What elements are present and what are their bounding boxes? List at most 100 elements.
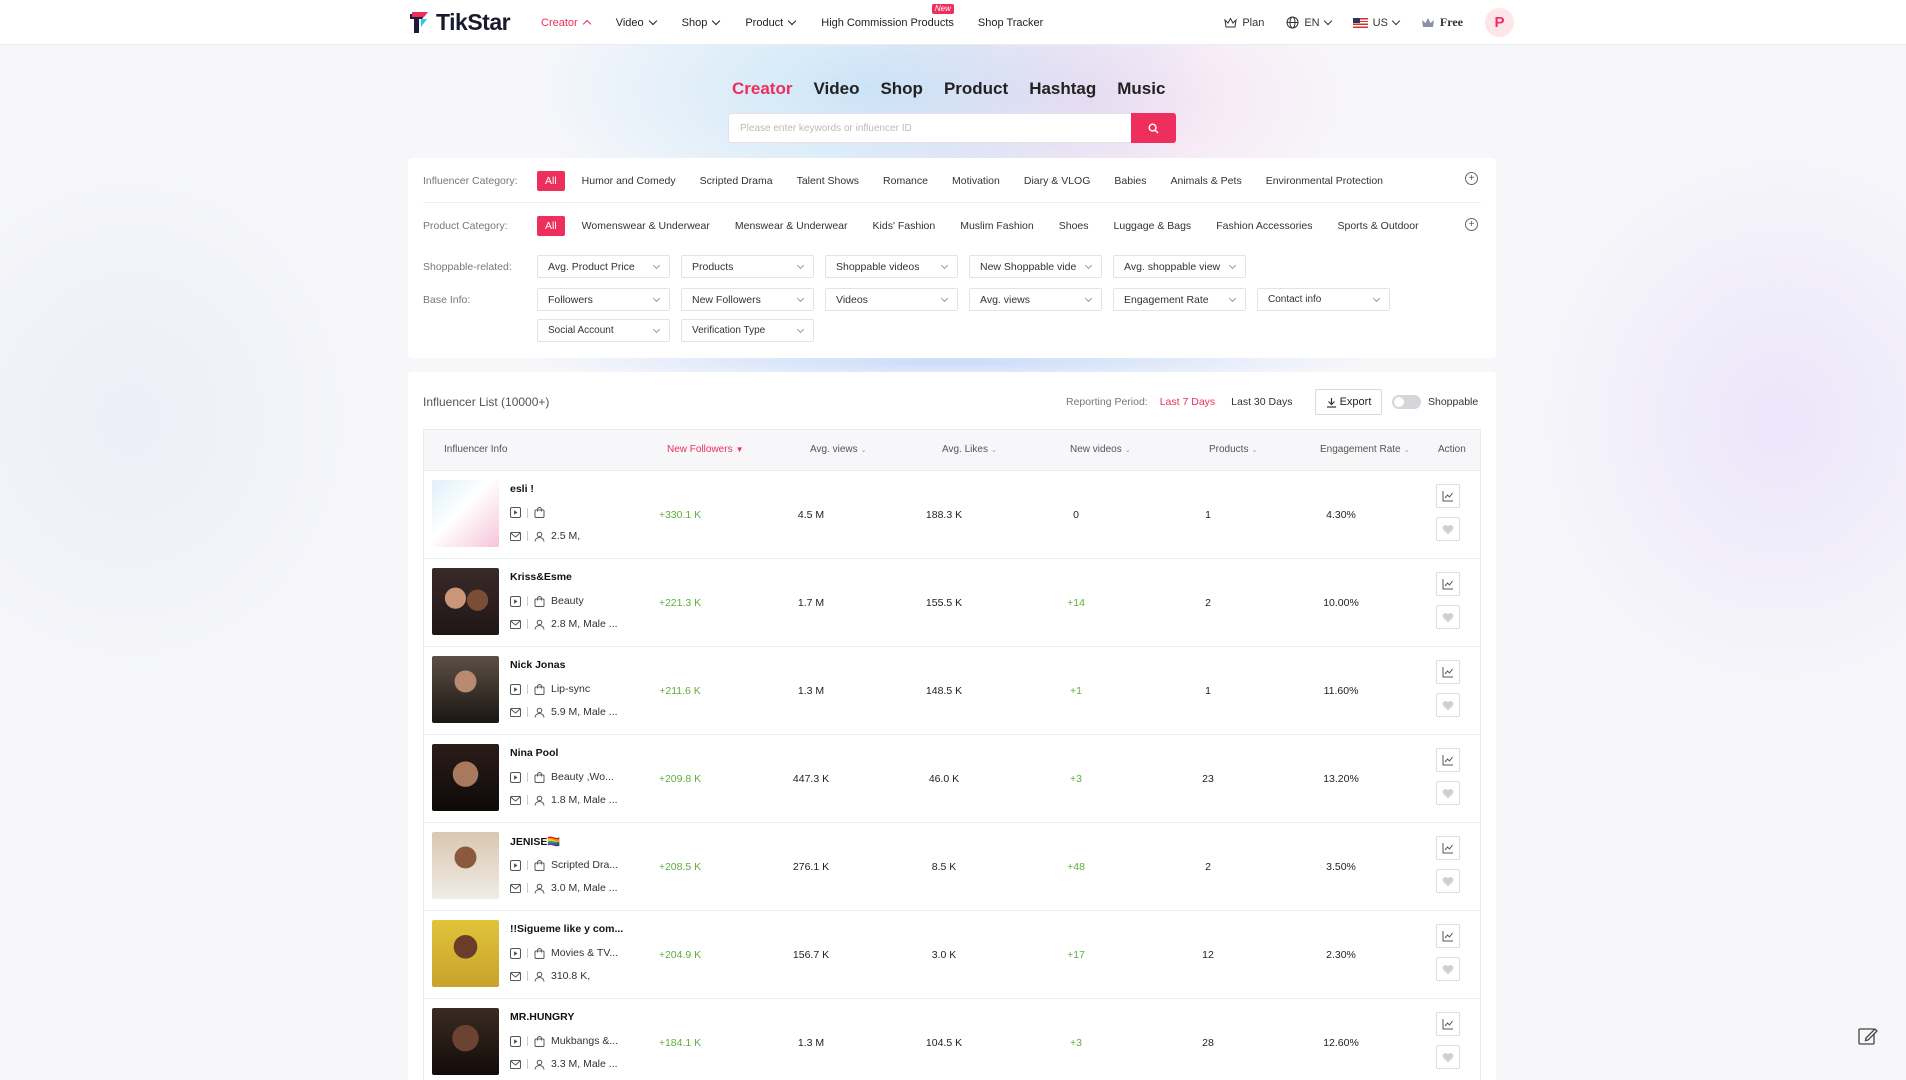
influencer-name[interactable]: esli ! <box>510 483 534 495</box>
tab-product[interactable]: Product <box>944 79 1008 99</box>
avg-views-dropdown[interactable]: Avg. views <box>969 288 1102 311</box>
trend-analysis-button[interactable] <box>1436 660 1460 684</box>
shoppable-videos-dropdown[interactable]: Shoppable videos <box>825 255 958 278</box>
influencer-avatar[interactable] <box>432 832 499 899</box>
table-row[interactable]: esli ! 2.5 M, +330.1 K 4.5 M 188.3 K 0 1… <box>424 471 1480 559</box>
product-category-chip[interactable]: Muslim Fashion <box>952 216 1042 236</box>
influencer-name[interactable]: JENISE🏳️‍🌈 <box>510 835 560 848</box>
influencer-name[interactable]: MR.HUNGRY <box>510 1011 574 1023</box>
email-icon[interactable] <box>510 795 521 806</box>
email-icon[interactable] <box>510 619 521 630</box>
trend-analysis-button[interactable] <box>1436 836 1460 860</box>
influencer-category-chip[interactable]: Motivation <box>944 171 1008 191</box>
video-icon[interactable] <box>510 1035 521 1047</box>
table-row[interactable]: Nick Jonas Lip-sync 5.9 M, Male ... +211… <box>424 647 1480 735</box>
influencer-avatar[interactable] <box>432 920 499 987</box>
col-engagement-rate[interactable]: Engagement Rate ⌄ <box>1320 444 1410 455</box>
influencer-category-chip[interactable]: Animals & Pets <box>1163 171 1250 191</box>
influencer-avatar[interactable] <box>432 480 499 547</box>
nav-high-commission-products[interactable]: High Commission Products New <box>821 3 954 29</box>
influencer-category-chip[interactable]: Romance <box>875 171 936 191</box>
email-icon[interactable] <box>510 883 521 894</box>
favorite-button[interactable] <box>1436 869 1460 893</box>
shoppable-toggle[interactable] <box>1392 395 1421 409</box>
product-category-chip[interactable]: Sports & Outdoor <box>1329 216 1426 236</box>
trend-analysis-button[interactable] <box>1436 572 1460 596</box>
shopping-bag-icon[interactable] <box>534 683 545 695</box>
tab-creator[interactable]: Creator <box>732 79 792 99</box>
col-avg-likes[interactable]: Avg. Likes ⌄ <box>942 444 997 455</box>
period-last-30-days[interactable]: Last 30 Days <box>1231 396 1292 408</box>
followers-dropdown[interactable]: Followers <box>537 288 670 311</box>
export-button[interactable]: Export <box>1315 389 1382 415</box>
favorite-button[interactable] <box>1436 957 1460 981</box>
col-new-videos[interactable]: New videos ⌄ <box>1070 444 1131 455</box>
new-followers-dropdown[interactable]: New Followers <box>681 288 814 311</box>
edit-note-icon[interactable] <box>1856 1024 1880 1048</box>
nav-creator[interactable]: Creator <box>541 17 591 29</box>
expand-influencer-categories-icon[interactable]: + <box>1465 172 1478 185</box>
tab-music[interactable]: Music <box>1117 79 1165 99</box>
influencer-category-chip[interactable]: Scripted Drama <box>692 171 781 191</box>
video-icon[interactable] <box>510 859 521 871</box>
shopping-bag-icon[interactable] <box>534 595 545 607</box>
product-category-chip[interactable]: Menswear & Underwear <box>727 216 856 236</box>
influencer-avatar[interactable] <box>432 1008 499 1075</box>
favorite-button[interactable] <box>1436 605 1460 629</box>
influencer-name[interactable]: Nick Jonas <box>510 659 565 671</box>
influencer-avatar[interactable] <box>432 744 499 811</box>
nav-shop[interactable]: Shop <box>682 17 721 29</box>
influencer-category-chip[interactable]: Humor and Comedy <box>574 171 684 191</box>
shopping-bag-icon[interactable] <box>534 507 545 518</box>
video-icon[interactable] <box>510 683 521 695</box>
table-row[interactable]: Nina Pool Beauty ,Wo... 1.8 M, Male ... … <box>424 735 1480 823</box>
new-shoppable-videos-dropdown[interactable]: New Shoppable vide <box>969 255 1102 278</box>
region-selector[interactable]: US <box>1352 17 1401 29</box>
nav-video[interactable]: Video <box>616 17 657 29</box>
search-button[interactable] <box>1131 113 1176 143</box>
influencer-category-chip[interactable]: Talent Shows <box>789 171 867 191</box>
influencer-category-chip[interactable]: Environmental Protection <box>1258 171 1391 191</box>
tier-badge[interactable]: Free <box>1421 15 1463 30</box>
trend-analysis-button[interactable] <box>1436 1012 1460 1036</box>
product-category-chip[interactable]: Kids' Fashion <box>865 216 944 236</box>
tikstar-logo[interactable]: TikStar <box>408 9 511 36</box>
video-icon[interactable] <box>510 595 521 607</box>
product-category-chip[interactable]: Shoes <box>1051 216 1097 236</box>
nav-product[interactable]: Product <box>745 17 797 29</box>
period-last-7-days[interactable]: Last 7 Days <box>1160 396 1215 408</box>
plan-link[interactable]: Plan <box>1224 17 1264 29</box>
expand-product-categories-icon[interactable]: + <box>1465 218 1478 231</box>
favorite-button[interactable] <box>1436 517 1460 541</box>
avg-shoppable-views-dropdown[interactable]: Avg. shoppable view <box>1113 255 1246 278</box>
contact-info-dropdown[interactable]: Contact info <box>1257 288 1390 311</box>
language-selector[interactable]: EN <box>1286 16 1332 29</box>
products-dropdown[interactable]: Products <box>681 255 814 278</box>
influencer-category-chip[interactable]: Babies <box>1106 171 1154 191</box>
table-row[interactable]: Kriss&Esme Beauty 2.8 M, Male ... +221.3… <box>424 559 1480 647</box>
video-icon[interactable] <box>510 771 521 783</box>
favorite-button[interactable] <box>1436 1045 1460 1069</box>
influencer-name[interactable]: !!Sigueme like y com... <box>510 923 623 935</box>
tab-shop[interactable]: Shop <box>880 79 923 99</box>
influencer-category-chip[interactable]: All <box>537 171 565 191</box>
trend-analysis-button[interactable] <box>1436 484 1460 508</box>
table-row[interactable]: MR.HUNGRY Mukbangs &... 3.3 M, Male ... … <box>424 999 1480 1080</box>
video-icon[interactable] <box>510 507 521 518</box>
favorite-button[interactable] <box>1436 693 1460 717</box>
tab-video[interactable]: Video <box>813 79 859 99</box>
engagement-rate-dropdown[interactable]: Engagement Rate <box>1113 288 1246 311</box>
email-icon[interactable] <box>510 971 521 982</box>
product-category-chip[interactable]: Fashion Accessories <box>1208 216 1320 236</box>
avg-product-price-dropdown[interactable]: Avg. Product Price <box>537 255 670 278</box>
col-new-followers[interactable]: New Followers ▼ <box>667 444 744 455</box>
verification-type-dropdown[interactable]: Verification Type <box>681 319 814 342</box>
email-icon[interactable] <box>510 531 521 542</box>
product-category-chip[interactable]: Womenswear & Underwear <box>574 216 718 236</box>
col-avg-views[interactable]: Avg. views ⌄ <box>810 444 867 455</box>
trend-analysis-button[interactable] <box>1436 924 1460 948</box>
influencer-avatar[interactable] <box>432 656 499 723</box>
shopping-bag-icon[interactable] <box>534 947 545 959</box>
shopping-bag-icon[interactable] <box>534 771 545 783</box>
table-row[interactable]: JENISE🏳️‍🌈 Scripted Dra... 3.0 M, Male .… <box>424 823 1480 911</box>
